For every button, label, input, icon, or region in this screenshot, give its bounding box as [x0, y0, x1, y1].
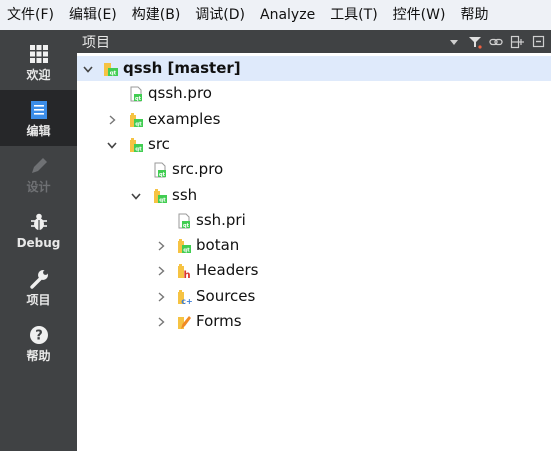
mode-welcome[interactable]: 欢迎 [0, 34, 77, 90]
tree-row[interactable]: qt examples [77, 107, 551, 132]
tree-row-label: Headers [196, 261, 259, 279]
svg-text:qt: qt [135, 122, 142, 128]
chevron-down-icon[interactable] [130, 183, 142, 208]
folder-icon: qt [152, 188, 168, 204]
menu-item-6[interactable]: 控件(W) [393, 0, 446, 30]
pane-title[interactable]: 项目 [77, 32, 110, 52]
tree-row-label: qssh [master] [123, 59, 241, 77]
tree-row[interactable]: qt qssh.pro [77, 81, 551, 106]
folder-icon: qt [128, 137, 144, 153]
svg-text:qt: qt [183, 248, 190, 254]
menu-item-1[interactable]: 编辑(E) [69, 0, 117, 30]
chevron-right-icon[interactable] [155, 309, 167, 334]
mode-label: 设计 [26, 179, 51, 194]
pro-file-icon: qt [176, 213, 192, 229]
wrench-icon [28, 268, 50, 290]
tree-row-label: Forms [196, 312, 242, 330]
tree-row[interactable]: qt ssh.pri [77, 208, 551, 233]
svg-text:qt: qt [135, 96, 142, 102]
tree-row-label: examples [148, 110, 221, 128]
mode-label: 编辑 [26, 123, 51, 138]
mode-label: 欢迎 [26, 67, 51, 82]
tree-row[interactable]: qt src.pro [77, 157, 551, 182]
menu-item-0[interactable]: 文件(F) [7, 0, 54, 30]
tree-row-label: src [148, 135, 170, 153]
split-icon[interactable] [508, 30, 526, 53]
tree-row-label: ssh [172, 186, 198, 204]
chevron-down-icon[interactable] [106, 132, 118, 157]
mode-design: 设计 [0, 146, 77, 202]
chevron-right-icon[interactable] [155, 258, 167, 283]
menu-item-4[interactable]: Analyze [260, 0, 315, 30]
mode-selector-bar: 欢迎 编辑设计 Debug 项目 ? 帮助 [0, 30, 77, 451]
link-icon[interactable] [487, 30, 505, 53]
mode-edit[interactable]: 编辑 [0, 90, 77, 146]
tree-row[interactable]: Forms [77, 309, 551, 334]
project-tree[interactable]: qt qssh [master] qt qssh.pro qt examples qt… [77, 53, 551, 451]
svg-text:qt: qt [159, 172, 166, 178]
svg-text:h: h [183, 270, 190, 279]
sources-folder-icon: c+ [176, 289, 193, 306]
grid-icon [28, 43, 50, 65]
bug-icon [28, 211, 50, 233]
close-icon[interactable] [529, 30, 547, 53]
mode-label: 帮助 [26, 348, 51, 363]
mode-label: Debug [16, 235, 61, 250]
menu-item-7[interactable]: 帮助 [460, 0, 488, 30]
tree-row[interactable]: qt qssh [master] [77, 56, 551, 81]
chevron-right-icon[interactable] [155, 284, 167, 309]
mode-help[interactable]: ? 帮助 [0, 315, 77, 371]
tree-row[interactable]: qt src [77, 132, 551, 157]
mode-projects[interactable]: 项目 [0, 259, 77, 315]
pane-toolbar [442, 30, 547, 53]
tree-row[interactable]: c+ Sources [77, 284, 551, 309]
pro-file-icon: qt [152, 162, 168, 178]
tree-row-label: qssh.pro [148, 84, 212, 102]
forms-folder-icon [176, 314, 192, 330]
svg-text:qt: qt [110, 71, 117, 77]
svg-text:?: ? [35, 328, 43, 343]
menu-item-5[interactable]: 工具(T) [330, 0, 377, 30]
svg-text:c+: c+ [181, 297, 192, 305]
tree-row[interactable]: h Headers [77, 258, 551, 283]
filter-icon[interactable] [466, 30, 484, 53]
mode-debug[interactable]: Debug [0, 202, 77, 258]
menu-item-2[interactable]: 构建(B) [132, 0, 181, 30]
tree-row[interactable]: qt botan [77, 233, 551, 258]
chevron-down-icon[interactable] [82, 56, 94, 81]
project-icon: qt [103, 61, 119, 77]
svg-text:qt: qt [135, 147, 142, 153]
menu-item-3[interactable]: 调试(D) [195, 0, 245, 30]
question-icon: ? [28, 324, 50, 346]
tree-row-label: botan [196, 236, 240, 254]
chevron-right-icon[interactable] [106, 107, 118, 132]
chevron-right-icon[interactable] [155, 233, 167, 258]
mode-label: 项目 [26, 292, 51, 307]
pencil-icon [28, 155, 50, 177]
tree-row-label: ssh.pri [196, 211, 246, 229]
svg-text:qt: qt [159, 198, 166, 204]
headers-folder-icon: h [176, 263, 192, 281]
folder-icon: qt [176, 238, 192, 254]
folder-icon: qt [128, 112, 144, 128]
projects-pane-header: 项目 [77, 30, 551, 53]
svg-text:qt: qt [183, 223, 190, 229]
tree-row-label: src.pro [172, 160, 224, 178]
document-icon [28, 99, 50, 121]
tree-row[interactable]: qt ssh [77, 183, 551, 208]
pro-file-icon: qt [128, 86, 144, 102]
menu-bar: 文件(F) 编辑(E) 构建(B) 调试(D) Analyze 工具(T) 控件(W) 帮助 [0, 0, 551, 30]
dropdown-icon[interactable] [445, 30, 463, 53]
tree-row-label: Sources [196, 287, 256, 305]
